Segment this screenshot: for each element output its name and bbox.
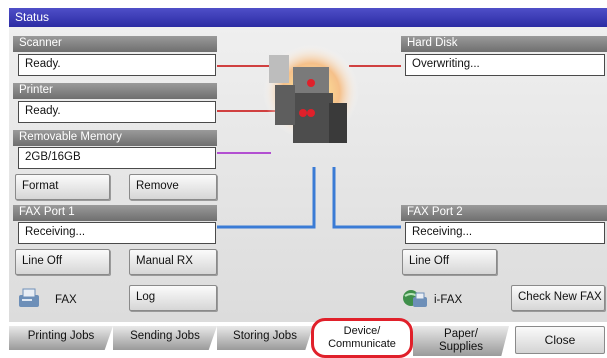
hard-disk-label: Hard Disk	[401, 36, 607, 52]
manual-rx-button[interactable]: Manual RX	[129, 249, 217, 275]
ifax-label: i-FAX	[434, 293, 463, 306]
device-illustration	[263, 44, 359, 143]
removable-memory-label: Removable Memory	[13, 130, 217, 146]
fax-port-2-line-off-button[interactable]: Line Off	[402, 249, 497, 275]
fax-icon	[17, 287, 41, 312]
tab-printing-jobs[interactable]: Printing Jobs	[9, 326, 113, 350]
tab-paper-supplies-line2: Supplies	[438, 341, 484, 353]
tab-device-communicate-line1: Device/	[343, 325, 381, 337]
title-text: Status	[15, 10, 50, 24]
fax-port-2-label: FAX Port 2	[401, 205, 607, 221]
ifax-status: i-FAX	[402, 287, 462, 312]
scanner-label: Scanner	[13, 36, 217, 52]
close-button[interactable]: Close	[515, 326, 605, 354]
fax-port-1-status-field: Receiving...	[18, 222, 216, 244]
check-new-fax-button[interactable]: Check New FAX	[511, 285, 605, 311]
printer-label: Printer	[13, 83, 217, 99]
tab-sending-jobs[interactable]: Sending Jobs	[113, 326, 217, 350]
tab-paper-supplies[interactable]: Paper/ Supplies	[413, 326, 509, 356]
fax-port-1-line-off-button[interactable]: Line Off	[15, 249, 110, 275]
tab-paper-supplies-line1: Paper/	[444, 328, 478, 340]
tab-device-communicate[interactable]: Device/ Communicate	[311, 318, 413, 358]
printer-status-field: Ready.	[18, 101, 216, 123]
fax-status: FAX	[17, 287, 77, 312]
status-panel: Scanner Ready. Printer Ready. Removable …	[9, 27, 607, 322]
fax-port-1-label: FAX Port 1	[13, 205, 217, 221]
fax-port-2-status-field: Receiving...	[405, 222, 605, 244]
fax-label: FAX	[55, 293, 77, 306]
format-button[interactable]: Format	[15, 174, 110, 200]
bottom-tab-bar: Printing Jobs Sending Jobs Storing Jobs …	[9, 318, 607, 358]
remove-button[interactable]: Remove	[129, 174, 217, 200]
title-bar: Status	[9, 8, 607, 27]
removable-memory-field: 2GB/16GB	[18, 147, 216, 169]
hard-disk-status-field: Overwriting...	[405, 54, 605, 76]
tab-device-communicate-line2: Communicate	[328, 338, 396, 350]
log-button[interactable]: Log	[129, 285, 217, 311]
scanner-status-field: Ready.	[18, 54, 216, 76]
ifax-icon	[402, 287, 428, 312]
tab-storing-jobs[interactable]: Storing Jobs	[217, 326, 313, 350]
